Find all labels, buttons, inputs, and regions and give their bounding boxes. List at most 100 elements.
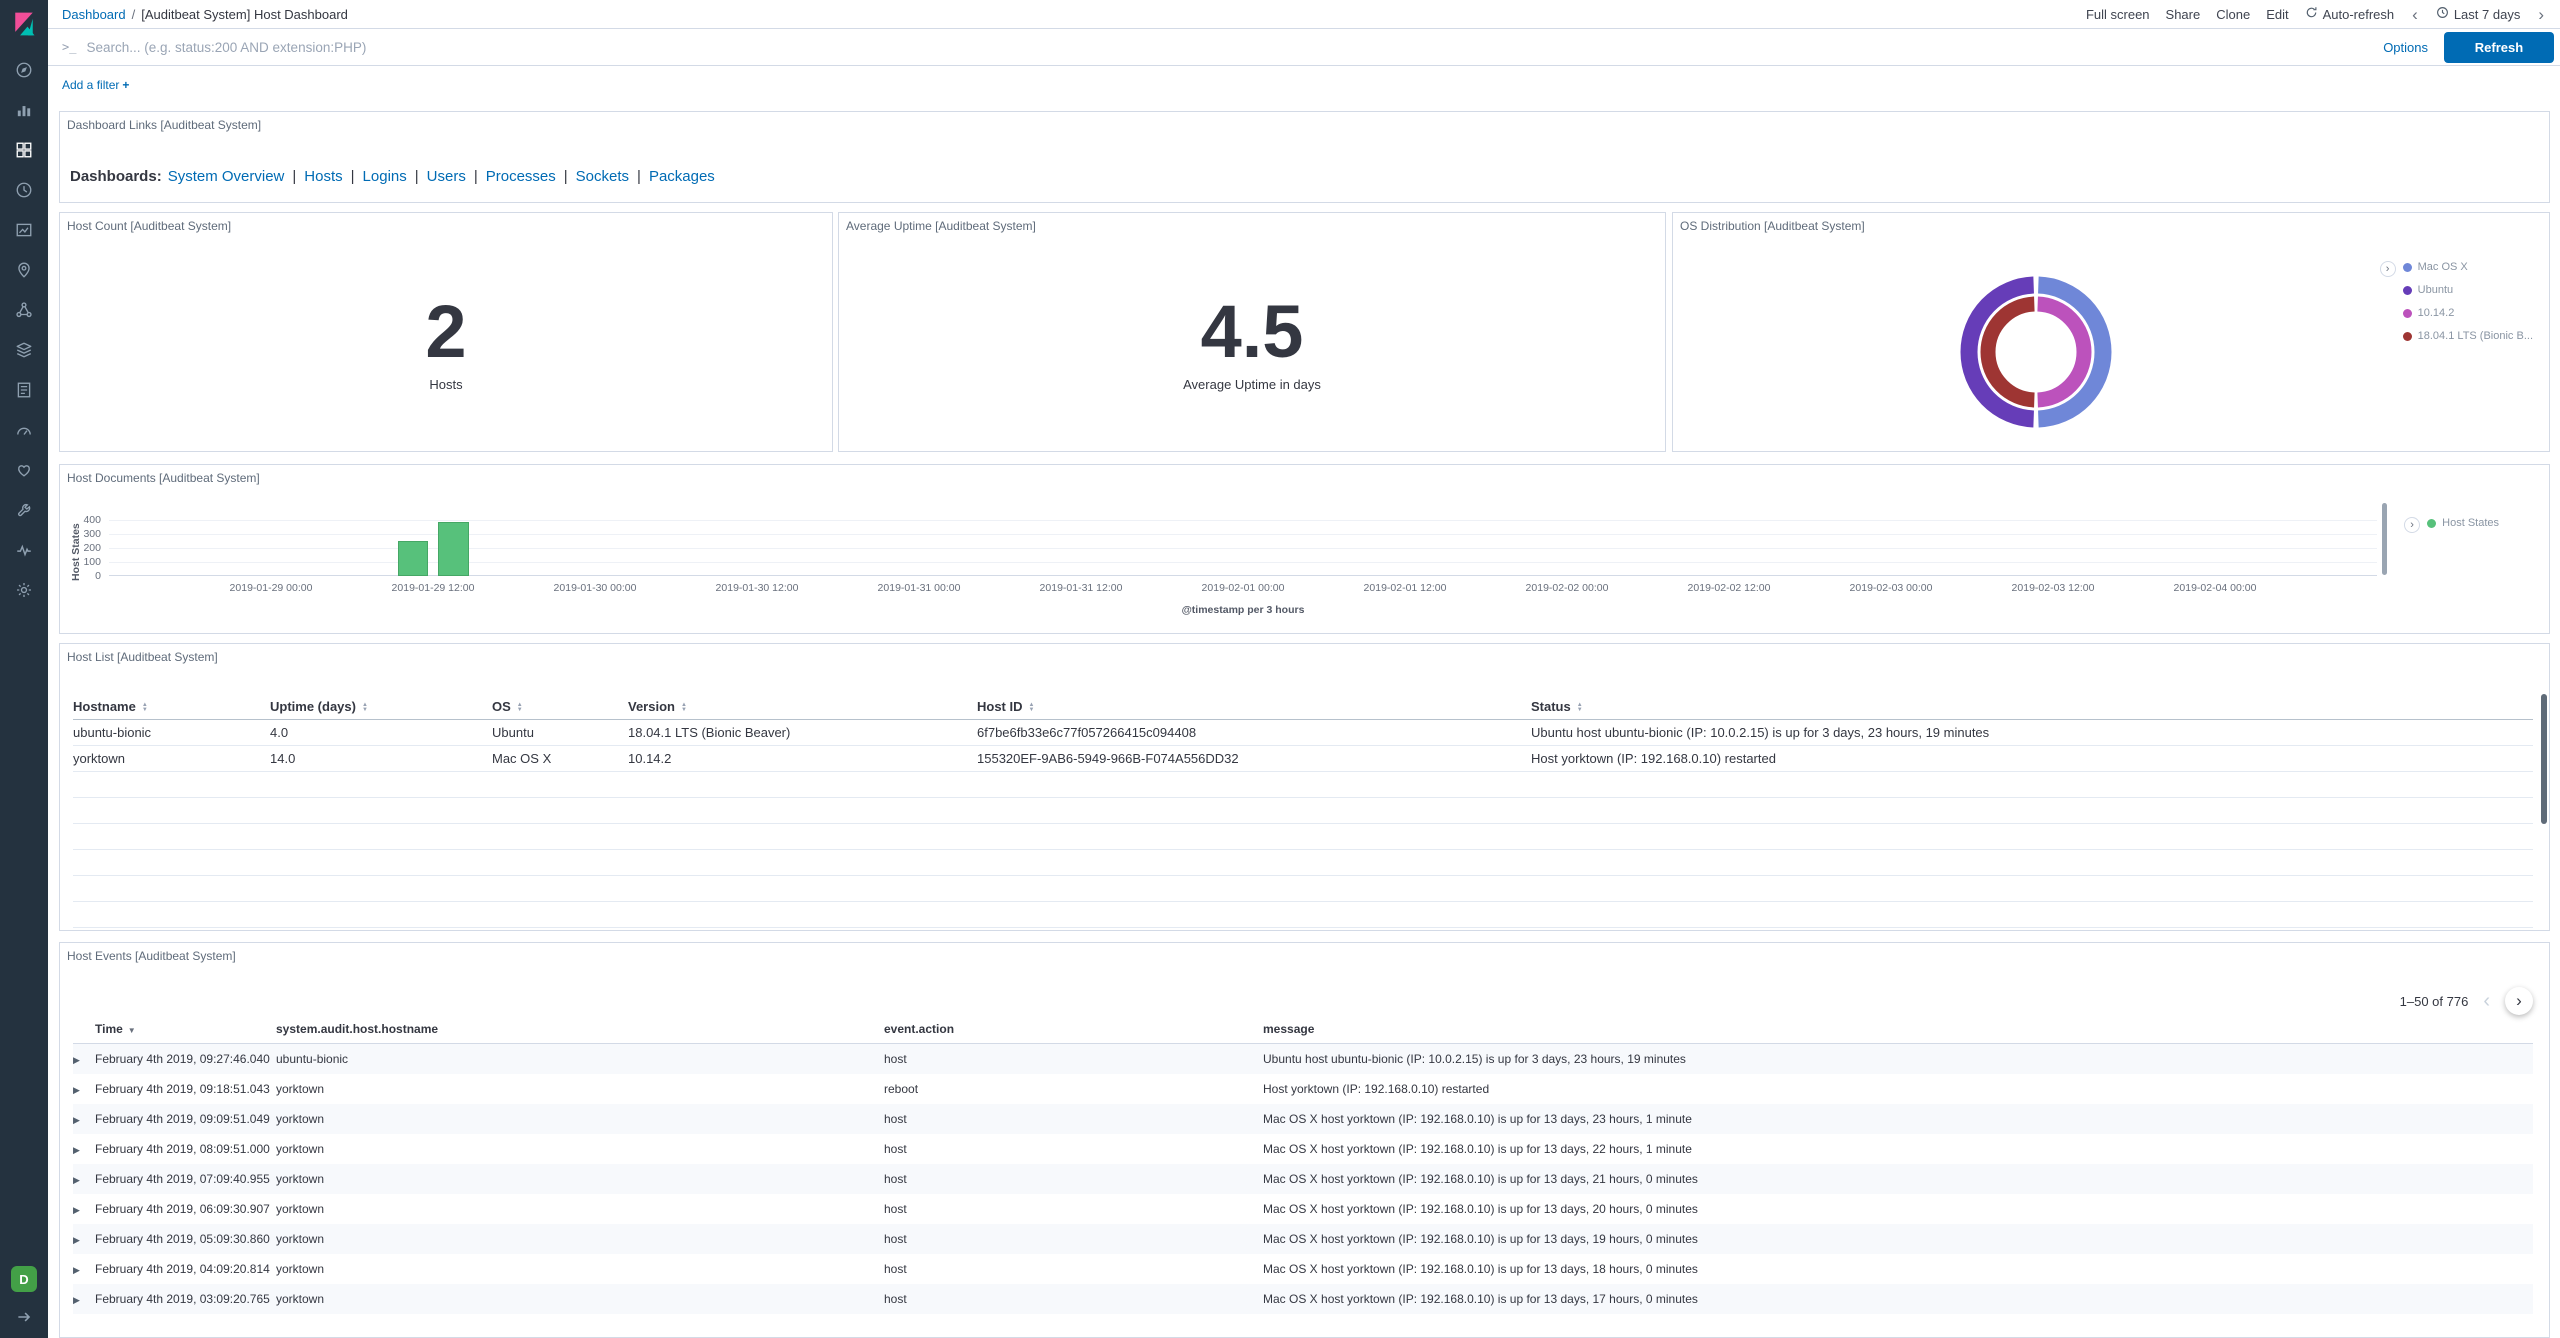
next-page-button[interactable]: › [2505, 987, 2533, 1015]
search-input[interactable] [86, 40, 2367, 55]
expand-row-caret[interactable]: ▶ [73, 1235, 80, 1245]
dashboard-link-sockets[interactable]: Sockets [576, 168, 629, 185]
breadcrumb-dashboard-link[interactable]: Dashboard [62, 7, 126, 22]
expand-row-caret[interactable]: ▶ [73, 1205, 80, 1215]
sidebar-item-timelion[interactable] [0, 170, 48, 210]
pie-slice-18-04-1-lts-bionic-beaver[interactable] [1988, 304, 2034, 400]
expand-row-caret[interactable]: ▶ [73, 1295, 80, 1305]
host-events-column-message[interactable]: message [1263, 1015, 2533, 1044]
cell: yorktown [73, 746, 270, 772]
dashboard-link-hosts[interactable]: Hosts [304, 168, 342, 185]
top-menu-items: Full screen Share Clone Edit [2086, 7, 2289, 22]
expand-cell: ▶ [73, 1194, 95, 1224]
sidebar-item-logs[interactable] [0, 370, 48, 410]
auto-refresh-icon [2305, 6, 2318, 22]
host-list-column-host-id[interactable]: Host ID▲▼ [977, 694, 1531, 720]
collapse-nav-icon[interactable] [15, 1308, 33, 1326]
time-range-label: Last 7 days [2454, 7, 2521, 22]
cell: Mac OS X host yorktown (IP: 192.168.0.10… [1263, 1224, 2533, 1254]
histogram-bar[interactable] [438, 522, 469, 576]
panel-host-events: Host Events [Auditbeat System] 1–50 of 7… [59, 942, 2550, 1338]
legend-toggle-button[interactable]: › [2404, 517, 2420, 533]
expand-row-caret[interactable]: ▶ [73, 1115, 80, 1125]
sidebar-item-infrastructure[interactable] [0, 330, 48, 370]
top-menu-share[interactable]: Share [2166, 7, 2201, 22]
cell: Mac OS X host yorktown (IP: 192.168.0.10… [1263, 1194, 2533, 1224]
host-events-column-time[interactable]: Time▼ [95, 1015, 276, 1044]
host-list-column-os[interactable]: OS▲▼ [492, 694, 628, 720]
y-tick-label: 100 [83, 556, 101, 568]
cell: February 4th 2019, 04:09:20.814 [95, 1254, 276, 1284]
dashboard-link-packages[interactable]: Packages [649, 168, 715, 185]
sidebar-item-canvas[interactable] [0, 210, 48, 250]
y-axis-title: Host States [70, 515, 82, 581]
time-range-picker[interactable]: Last 7 days [2436, 6, 2521, 22]
histogram-bar[interactable] [398, 541, 429, 576]
sidebar-item-dev-tools[interactable] [0, 490, 48, 530]
time-forward-button[interactable]: › [2536, 6, 2546, 23]
kibana-logo[interactable] [10, 10, 38, 38]
host-events-row: ▶February 4th 2019, 04:09:20.814yorktown… [73, 1254, 2533, 1284]
legend-toggle-button[interactable]: › [2380, 261, 2396, 277]
sidebar-item-uptime[interactable] [0, 450, 48, 490]
cell: 18.04.1 LTS (Bionic Beaver) [628, 720, 977, 746]
previous-page-button[interactable]: ‹ [2483, 991, 2490, 1011]
sidebar-item-machine-learning[interactable] [0, 290, 48, 330]
sidebar-item-maps[interactable] [0, 250, 48, 290]
legend-item-mac-os-x[interactable]: Mac OS X [2403, 261, 2533, 273]
dashboard-link-processes[interactable]: Processes [486, 168, 556, 185]
dashboard-link-logins[interactable]: Logins [363, 168, 407, 185]
sidebar-item-visualize[interactable] [0, 90, 48, 130]
host-events-column-system-audit-host-hostname[interactable]: system.audit.host.hostname [276, 1015, 884, 1044]
dashboard-link-users[interactable]: Users [427, 168, 466, 185]
auto-refresh-button[interactable]: Auto-refresh [2305, 6, 2395, 22]
host-documents-legend-block: › Host States [2404, 517, 2499, 533]
add-filter-label: Add a filter [62, 78, 119, 92]
add-filter-button[interactable]: Add a filter+ [62, 78, 129, 92]
pie-slice-10-14-2[interactable] [2038, 304, 2084, 400]
expand-row-caret[interactable]: ▶ [73, 1085, 80, 1095]
host-list-column-version[interactable]: Version▲▼ [628, 694, 977, 720]
panel-title: Average Uptime [Auditbeat System] [846, 219, 1036, 233]
time-back-button[interactable]: ‹ [2410, 6, 2420, 23]
column-label: Hostname [73, 699, 136, 714]
legend-item-ubuntu[interactable]: Ubuntu [2403, 284, 2533, 296]
expand-row-caret[interactable]: ▶ [73, 1145, 80, 1155]
expand-cell: ▶ [73, 1074, 95, 1104]
cell: 14.0 [270, 746, 492, 772]
expand-row-caret[interactable]: ▶ [73, 1055, 80, 1065]
host-events-row: ▶February 4th 2019, 06:09:30.907yorktown… [73, 1194, 2533, 1224]
sort-icon: ▲▼ [1029, 703, 1035, 713]
host-events-column-event-action[interactable]: event.action [884, 1015, 1263, 1044]
host-events-body: ▶February 4th 2019, 09:27:46.040ubuntu-b… [73, 1044, 2533, 1315]
top-menu-full-screen[interactable]: Full screen [2086, 7, 2150, 22]
query-prompt-icon: >_ [62, 40, 76, 54]
refresh-button[interactable]: Refresh [2444, 32, 2554, 63]
space-badge[interactable]: D [11, 1266, 37, 1292]
sidebar-item-dashboard[interactable] [0, 130, 48, 170]
top-menu-edit[interactable]: Edit [2266, 7, 2288, 22]
legend-item-host-states[interactable]: Host States [2427, 517, 2499, 529]
legend-item-18-04-1-lts-bionic-b[interactable]: 18.04.1 LTS (Bionic B... [2403, 330, 2533, 342]
host-list-column-uptime-days[interactable]: Uptime (days)▲▼ [270, 694, 492, 720]
legend-item-10-14-2[interactable]: 10.14.2 [2403, 307, 2533, 319]
expand-row-caret[interactable]: ▶ [73, 1265, 80, 1275]
uptime-icon [15, 461, 33, 479]
host-list-empty-row [73, 850, 2533, 876]
dashboard-link-system-overview[interactable]: System Overview [168, 168, 285, 185]
chart-scrollbar[interactable] [2382, 503, 2387, 575]
expand-cell: ▶ [73, 1254, 95, 1284]
sidebar-item-discover[interactable] [0, 50, 48, 90]
page-scrollbar[interactable] [2541, 694, 2547, 824]
sidebar-item-monitoring[interactable] [0, 530, 48, 570]
expand-row-caret[interactable]: ▶ [73, 1175, 80, 1185]
sidebar-item-management[interactable] [0, 570, 48, 610]
host-list-column-status[interactable]: Status▲▼ [1531, 694, 2533, 720]
top-menu-clone[interactable]: Clone [2216, 7, 2250, 22]
cell: yorktown [276, 1284, 884, 1314]
options-button[interactable]: Options [2383, 40, 2428, 55]
host-list-column-hostname[interactable]: Hostname▲▼ [73, 694, 270, 720]
query-bar: >_ Options Refresh [48, 29, 2560, 66]
sort-icon: ▲▼ [681, 703, 687, 713]
sidebar-item-apm[interactable] [0, 410, 48, 450]
